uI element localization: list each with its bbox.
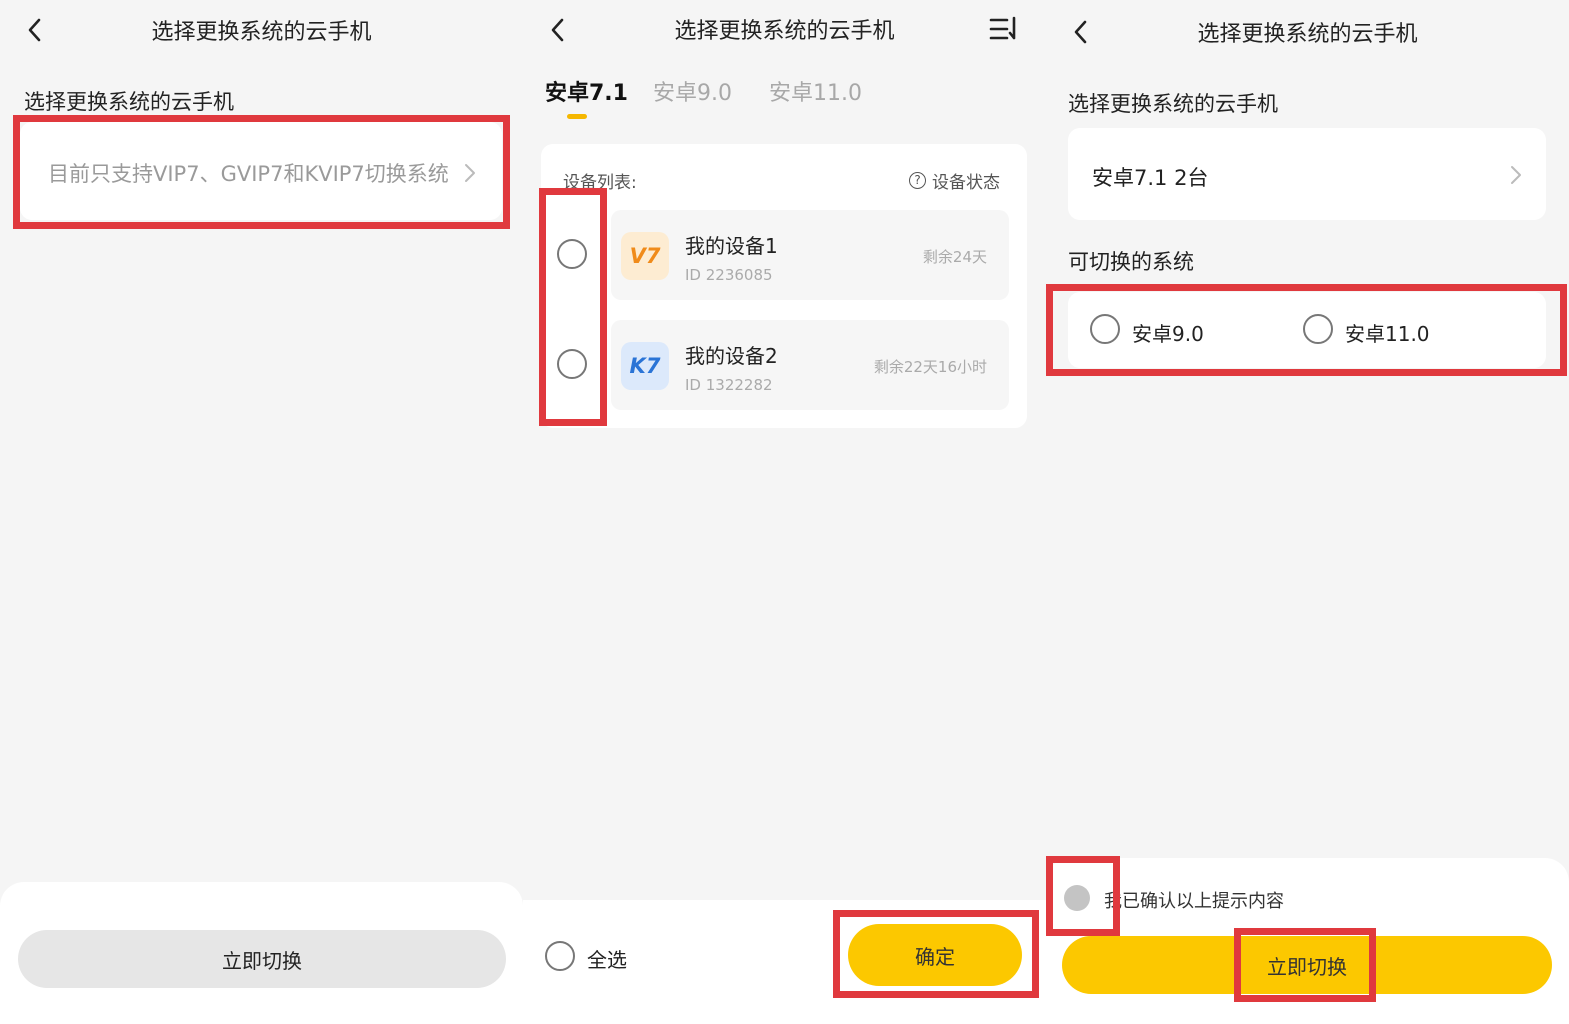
vip7-logo-icon: V7 [621,232,669,280]
select-all-radio[interactable] [545,941,575,971]
device-status-link[interactable]: ? 设备状态 [909,168,1000,193]
select-all-label[interactable]: 全选 [587,944,627,973]
switchable-systems-label: 可切换的系统 [1068,250,1194,274]
tab-android-9-0[interactable]: 安卓9.0 [653,75,732,107]
panel-device-list: 选择更换系统的云手机 安卓7.1 安卓9.0 安卓11.0 设备列表: ? 设备… [523,0,1046,1024]
device-id: ID 1322282 [685,376,773,394]
page-title: 选择更换系统的云手机 [151,20,372,45]
tab-android-7-1[interactable]: 安卓7.1 [545,75,628,107]
help-icon: ? [909,172,926,189]
phone-select-value: 安卓7.1 2台 [1092,166,1209,190]
device-remaining: 剩余24天 [922,248,987,266]
highlight-box [539,188,607,426]
panel-select-phone-empty: 选择更换系统的云手机 选择更换系统的云手机 目前只支持VIP7、GVIP7和KV… [0,0,523,1024]
tab-android-11-0[interactable]: 安卓11.0 [769,75,862,107]
device-name: 我的设备2 [685,344,778,368]
panel-select-system: 选择更换系统的云手机 选择更换系统的云手机 安卓7.1 2台 可切换的系统 安卓… [1046,0,1569,1024]
device-status-label: 设备状态 [932,173,1000,193]
highlight-box [1046,856,1120,936]
section-label: 选择更换系统的云手机 [1068,92,1278,116]
switch-now-button[interactable]: 立即切换 [18,930,506,988]
sort-icon[interactable] [989,16,1019,42]
confirm-checkbox-label[interactable]: 我已确认以上提示内容 [1104,887,1284,913]
highlight-box [13,115,510,229]
chevron-right-icon [1511,166,1521,184]
page-title: 选择更换系统的云手机 [674,19,895,44]
device-name: 我的设备1 [685,234,778,258]
highlight-box [833,910,1039,998]
highlight-box [1046,284,1567,376]
list-item[interactable]: K7 我的设备2 ID 1322282 剩余22天16小时 [611,320,1009,410]
device-id: ID 2236085 [685,266,773,284]
device-remaining: 剩余22天16小时 [873,358,987,376]
section-label: 选择更换系统的云手机 [24,90,234,114]
list-item[interactable]: V7 我的设备1 ID 2236085 剩余24天 [611,210,1009,300]
page-title: 选择更换系统的云手机 [1197,22,1418,47]
kvip7-logo-icon: K7 [621,342,669,390]
active-tab-indicator [567,114,587,119]
highlight-box [1234,928,1376,1002]
